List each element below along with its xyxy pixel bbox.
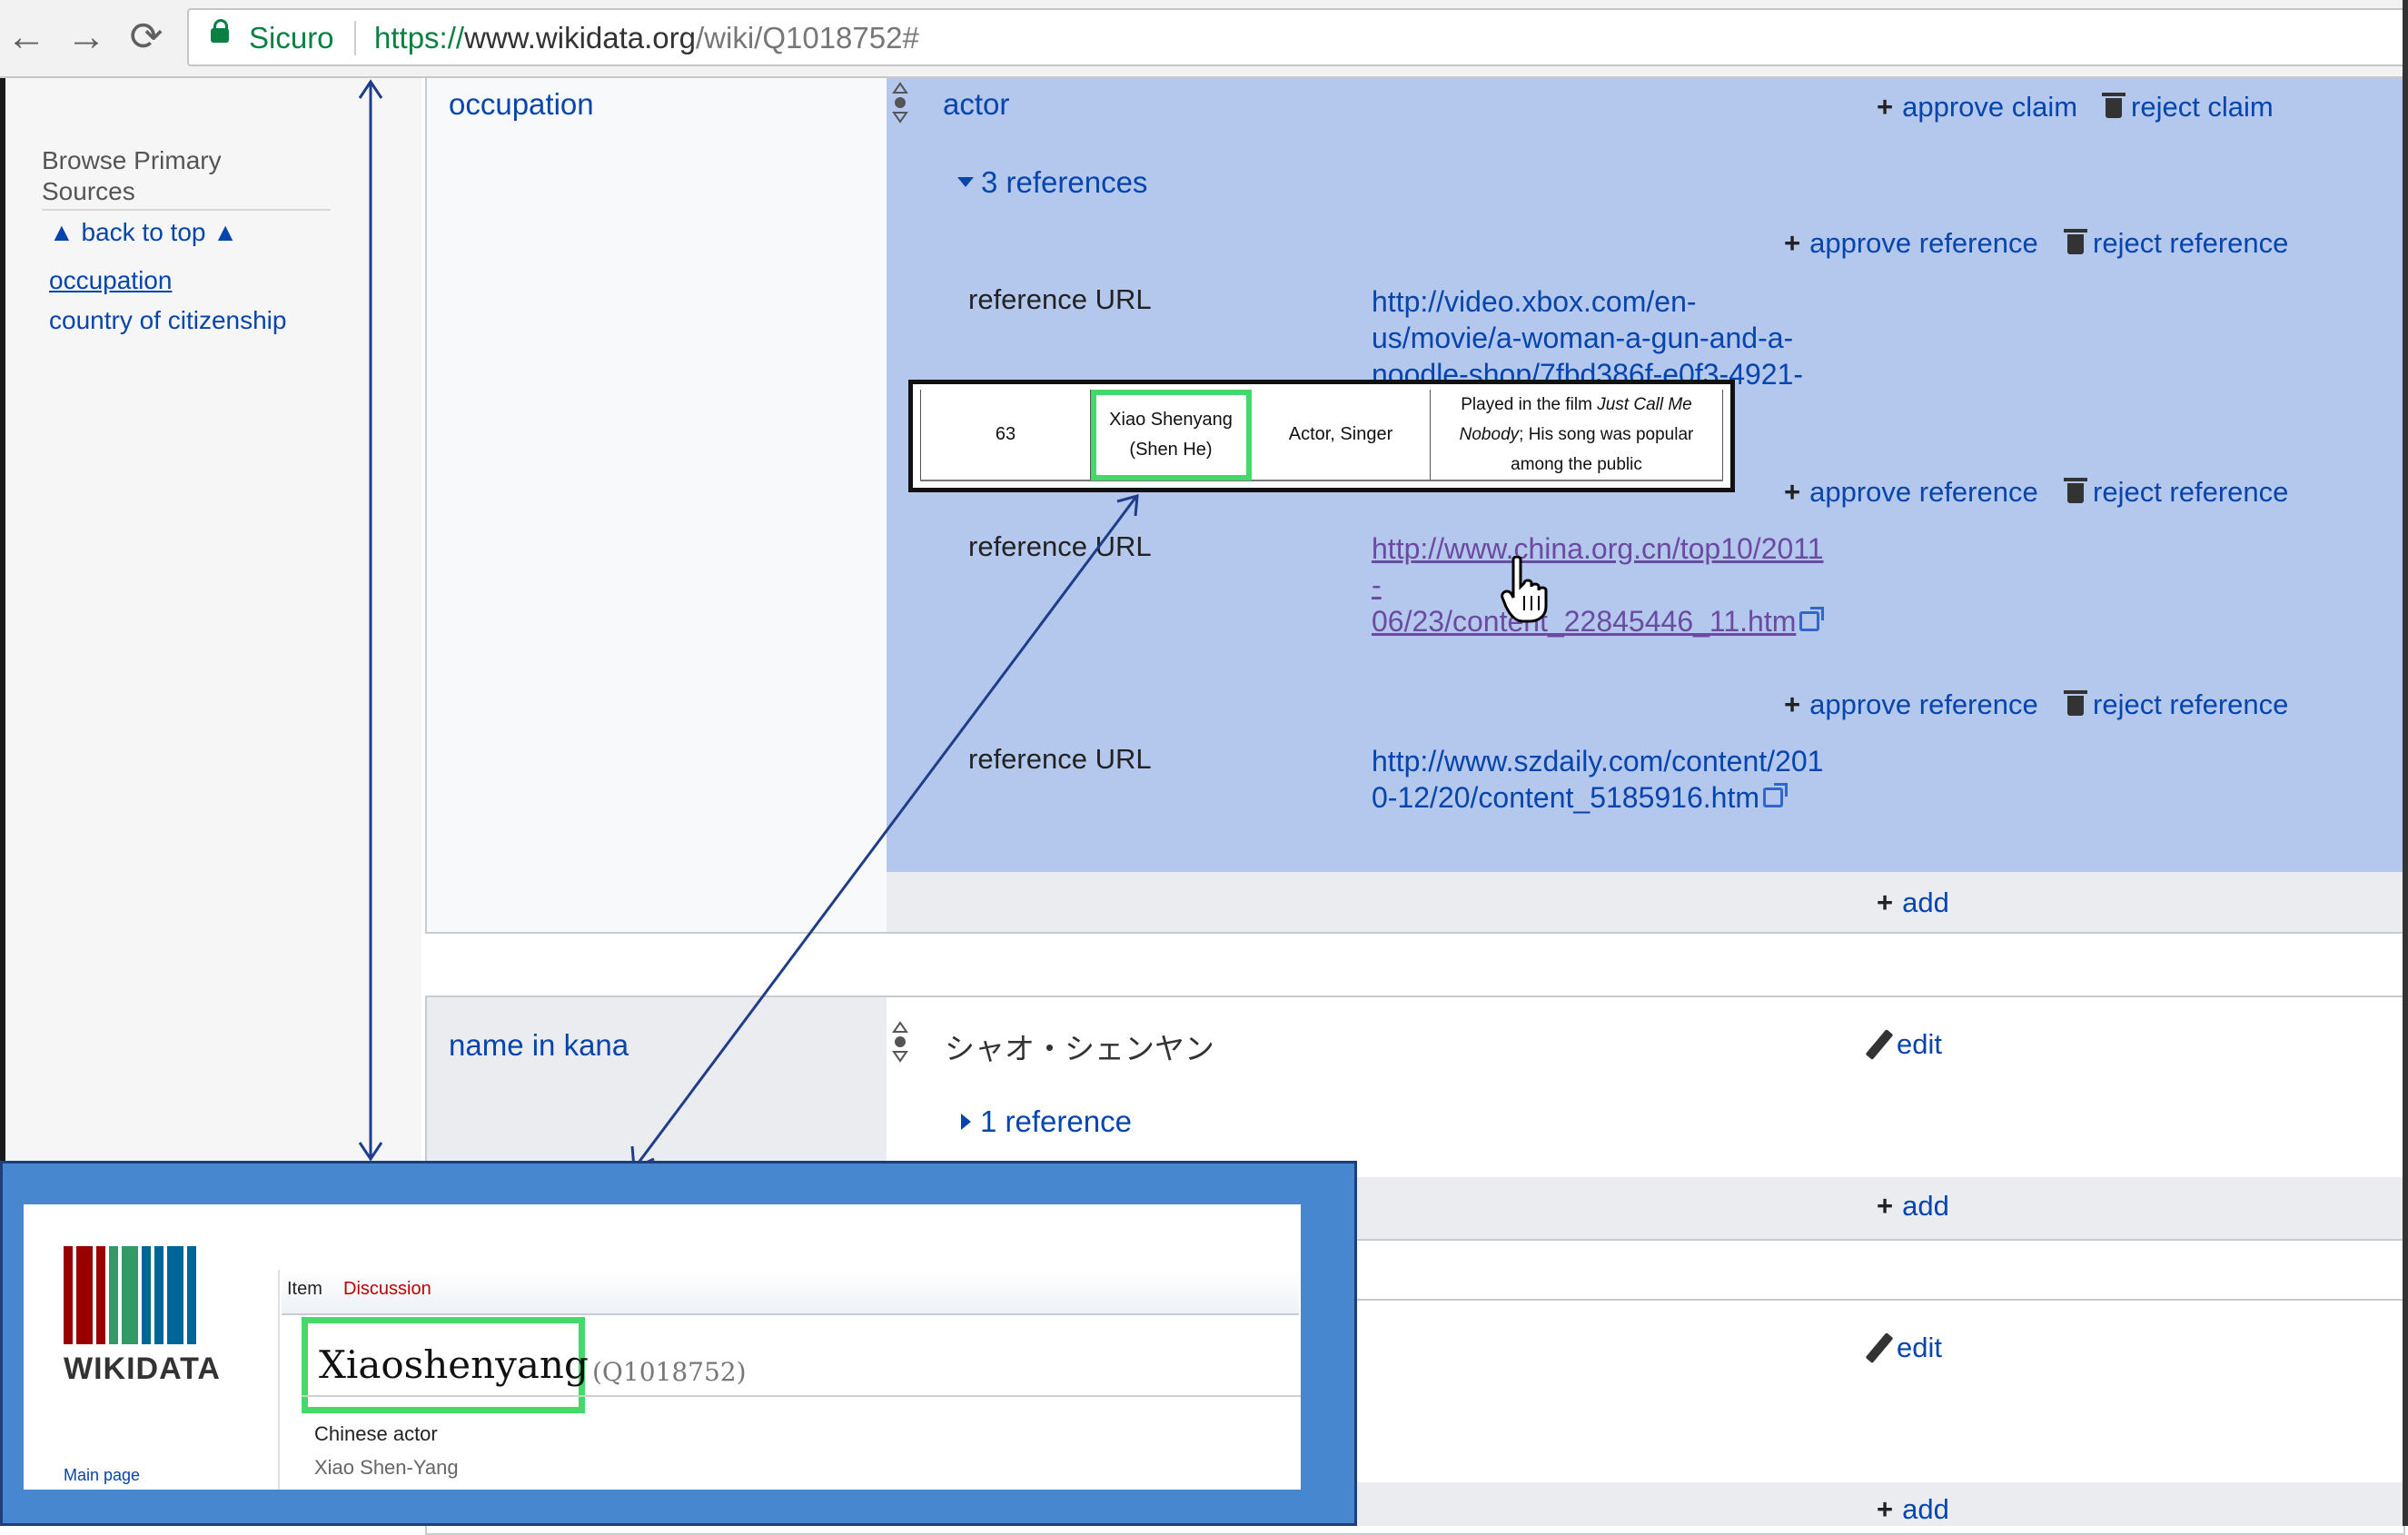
title-rule <box>302 1395 1301 1397</box>
window-frame <box>2403 0 2408 1526</box>
item-alias: Xiao Shen-Yang <box>314 1456 459 1479</box>
logo-bar <box>122 1246 138 1344</box>
source-table: 63 Xiao Shenyang (Shen He) Actor, Singer … <box>920 390 1723 481</box>
item-description: Chinese actor <box>314 1422 438 1445</box>
table-cell-notes: Played in the film Just Call Me Nobody; … <box>1430 390 1723 481</box>
source-table-snippet: 63 Xiao Shenyang (Shen He) Actor, Singer … <box>908 380 1735 492</box>
logo-bar <box>187 1246 196 1344</box>
wikidata-tabs <box>282 1270 1299 1315</box>
name-line: Xiao Shenyang <box>1109 409 1233 430</box>
wikidata-logo-text: WIKIDATA <box>64 1352 221 1386</box>
logo-bar <box>154 1246 164 1344</box>
notes-text: Played in the film <box>1461 395 1598 414</box>
table-cell-name: Xiao Shenyang (Shen He) <box>1090 390 1252 481</box>
item-qid: (Q1018752) <box>592 1357 747 1387</box>
name-line: (Shen He) <box>1129 439 1213 460</box>
diagonal-arrow-line <box>634 497 1137 1167</box>
table-row: 63 Xiao Shenyang (Shen He) Actor, Singer … <box>920 390 1723 481</box>
table-cell-rank: 63 <box>920 390 1091 481</box>
logo-bar <box>142 1246 151 1344</box>
logo-bar <box>64 1246 73 1344</box>
logo-bar <box>167 1246 183 1344</box>
notes-text: ; His song was popular among the public <box>1511 425 1694 474</box>
item-title: Xiaoshenyang <box>302 1317 589 1413</box>
tab-discussion[interactable]: Discussion <box>343 1279 431 1300</box>
tab-item[interactable]: Item <box>287 1279 322 1300</box>
table-cell-role: Actor, Singer <box>1251 390 1431 481</box>
hand-cursor-icon <box>1501 556 1548 623</box>
main-page-link[interactable]: Main page <box>64 1466 140 1485</box>
logo-bar <box>76 1246 93 1344</box>
logo-bar <box>109 1246 118 1344</box>
logo-bar <box>96 1246 105 1344</box>
card-divider <box>278 1270 280 1490</box>
